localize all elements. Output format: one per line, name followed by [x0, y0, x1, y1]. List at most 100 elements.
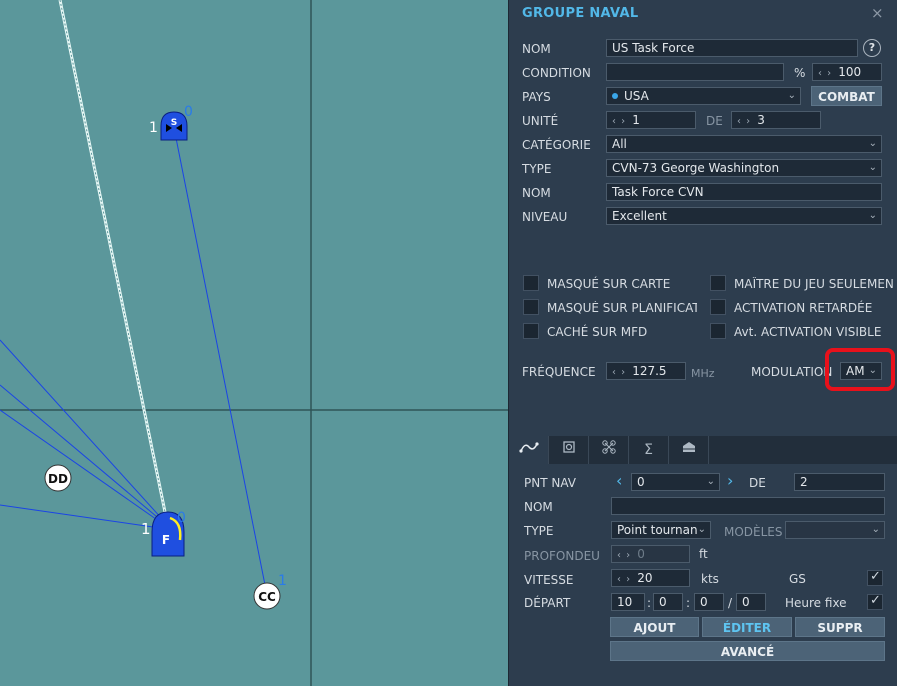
game-master-only-checkbox[interactable] [710, 275, 726, 291]
late-activation-checkbox[interactable] [710, 299, 726, 315]
percent-label: % [794, 66, 806, 80]
hidden-on-planner-checkbox[interactable] [523, 299, 539, 315]
models-select[interactable]: ⌄ [785, 521, 885, 539]
target-icon [562, 441, 575, 453]
hidden-on-map-checkbox[interactable] [523, 275, 539, 291]
tab-sum[interactable]: Σ [629, 436, 669, 464]
speed-label: VITESSE [524, 573, 574, 587]
departure-minute-input[interactable]: 0 [653, 593, 683, 611]
advanced-button[interactable]: AVANCÉ [610, 641, 885, 661]
pays-label: PAYS [522, 90, 551, 104]
drone-icon [601, 440, 616, 454]
waypoint-type-value: Point tournan [617, 523, 698, 537]
unit-s-count-right: 0 [184, 104, 193, 120]
help-icon[interactable]: ? [863, 39, 881, 57]
fixed-time-label: Heure fixe [785, 596, 847, 610]
stepper-arrows-icon[interactable]: ‹ › [617, 550, 631, 561]
cargo-icon [682, 442, 695, 452]
naval-group-panel: GROUPE NAVAL × NOM US Task Force ? CONDI… [508, 0, 897, 686]
map-canvas[interactable]: S 1 0 F 1 0 DD CC 1 [0, 0, 508, 686]
chevron-down-icon: ⌄ [868, 138, 877, 149]
stepper-arrows-icon[interactable]: ‹ › [617, 574, 631, 585]
waypoint-value: 0 [637, 475, 645, 489]
country-dot-icon [612, 93, 618, 99]
stepper-arrows-icon[interactable]: ‹ › [612, 116, 626, 127]
unit-name-input[interactable]: Task Force CVN [606, 183, 882, 201]
condition-pct-value: 100 [838, 65, 862, 79]
category-value: All [612, 137, 627, 151]
close-icon[interactable]: × [871, 4, 884, 22]
path-icon [518, 442, 539, 453]
tab-target[interactable] [549, 436, 589, 464]
chevron-down-icon: ⌄ [697, 524, 706, 535]
gs-checkbox[interactable] [867, 569, 883, 586]
tab-route[interactable] [509, 436, 549, 464]
game-master-only-label: MAÎTRE DU JEU SEULEMEN [734, 277, 894, 291]
cc-label: CC [258, 590, 276, 604]
waypoint-name-input[interactable] [611, 497, 885, 515]
depth-stepper[interactable]: ‹ › 0 [611, 545, 690, 563]
skill-level-select[interactable]: Excellent ⌄ [606, 207, 882, 225]
type-value: CVN-73 George Washington [612, 161, 780, 175]
departure-colon: : [647, 596, 652, 610]
dd-label: DD [48, 472, 68, 486]
type-label: TYPE [522, 162, 552, 176]
speed-stepper[interactable]: ‹ › 20 [611, 569, 690, 587]
cc-count: 1 [278, 573, 287, 589]
departure-day-input[interactable]: 0 [736, 593, 766, 611]
category-select[interactable]: All ⌄ [606, 135, 882, 153]
type-select[interactable]: CVN-73 George Washington ⌄ [606, 159, 882, 177]
hidden-on-mfd-label: CACHÉ SUR MFD [547, 325, 648, 339]
waypoint-type-select[interactable]: Point tournan ⌄ [611, 521, 711, 539]
departure-slash: / [728, 596, 733, 610]
waypoint-type-label: TYPE [524, 524, 554, 538]
visible-before-activation-label: Avt. ACTIVATION VISIBLE [734, 325, 882, 339]
country-select[interactable]: USA ⌄ [606, 87, 801, 105]
unit-s-label: S [171, 118, 177, 128]
kts-label: kts [701, 572, 719, 586]
country-value: USA [624, 89, 649, 103]
route-line [175, 137, 267, 591]
unit-f-count-right: 0 [177, 510, 186, 526]
mhz-label: MHz [691, 367, 715, 380]
unit-stepper[interactable]: ‹ › 1 [606, 111, 696, 129]
departure-second-input[interactable]: 0 [694, 593, 724, 611]
submarine-unit[interactable]: S 1 0 [149, 104, 193, 141]
group-name-input[interactable]: US Task Force [606, 39, 858, 57]
chevron-left-icon[interactable]: ‹ [616, 471, 622, 490]
cc-marker[interactable]: CC 1 [253, 573, 287, 610]
stepper-arrows-icon[interactable]: ‹ › [612, 367, 626, 378]
dd-marker[interactable]: DD [44, 464, 72, 492]
departure-colon: : [686, 596, 691, 610]
edit-waypoint-button[interactable]: ÉDITER [702, 617, 792, 637]
add-waypoint-button[interactable]: AJOUT [610, 617, 699, 637]
unit-f-count-left: 1 [141, 520, 151, 538]
combat-button[interactable]: COMBAT [811, 86, 882, 106]
condition-bar[interactable] [606, 63, 784, 81]
departure-hour-input[interactable]: 10 [611, 593, 645, 611]
tab-cargo[interactable] [669, 436, 709, 464]
fixed-time-checkbox[interactable] [867, 593, 883, 610]
unit-total-stepper[interactable]: ‹ › 3 [731, 111, 821, 129]
frigate-unit[interactable]: F 1 0 [141, 510, 186, 557]
waypoint-label: PNT NAV [524, 476, 576, 490]
stepper-arrows-icon[interactable]: ‹ › [818, 68, 832, 79]
route-line [0, 339, 164, 521]
mission-map[interactable]: S 1 0 F 1 0 DD CC 1 [0, 0, 508, 686]
condition-pct-stepper[interactable]: ‹ › 100 [812, 63, 882, 81]
frequency-stepper[interactable]: ‹ › 127.5 [606, 362, 686, 380]
route-line [0, 384, 164, 523]
delete-waypoint-button[interactable]: SUPPR [795, 617, 885, 637]
chevron-down-icon: ⌄ [868, 162, 877, 173]
nom-label: NOM [522, 42, 551, 56]
route-line [0, 504, 161, 529]
condition-label: CONDITION [522, 66, 591, 80]
stepper-arrows-icon[interactable]: ‹ › [737, 116, 751, 127]
chevron-right-icon[interactable]: › [727, 471, 733, 490]
visible-before-activation-checkbox[interactable] [710, 323, 726, 339]
unit-total-value: 3 [757, 113, 765, 127]
hidden-on-mfd-checkbox[interactable] [523, 323, 539, 339]
tab-drone[interactable] [589, 436, 629, 464]
panel-title: GROUPE NAVAL [522, 6, 639, 21]
waypoint-select[interactable]: 0 ⌄ [631, 473, 720, 491]
